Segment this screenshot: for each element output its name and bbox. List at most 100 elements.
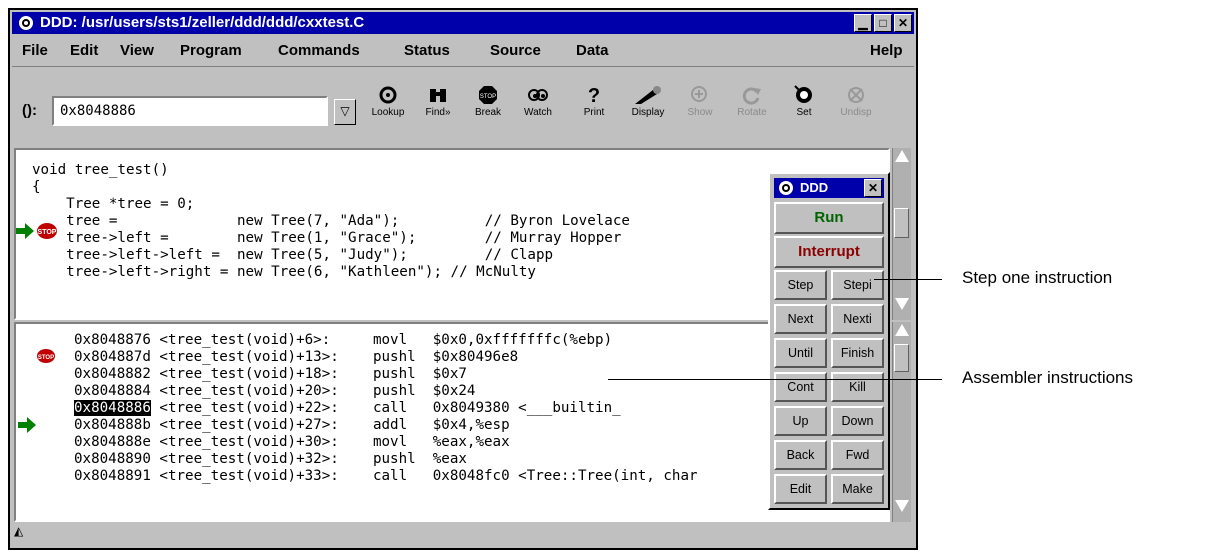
source-line: void tree_test() (32, 162, 169, 178)
asm-line: 0x8048876 <tree_test(void)+6>: movl $0x0… (74, 332, 613, 348)
argument-dropdown-button[interactable]: ▽ (334, 99, 356, 125)
scroll-up-icon[interactable] (895, 150, 909, 162)
undisp-label: Undisp (840, 107, 872, 118)
menu-program[interactable]: Program (180, 42, 242, 59)
display-label: Display (631, 107, 665, 118)
undisp-button[interactable]: Undisp (832, 84, 880, 118)
up-button[interactable]: Up (774, 406, 827, 436)
cont-button[interactable]: Cont (774, 372, 827, 402)
show-label: Show (687, 107, 713, 118)
machine-code: 0x8048876 <tree_test(void)+6>: movl $0x0… (74, 332, 698, 485)
watch-button[interactable]: Watch (514, 84, 562, 118)
machine-scrollbar[interactable] (892, 322, 911, 522)
menu-edit[interactable]: Edit (70, 42, 98, 59)
step-callout-line (874, 279, 942, 280)
source-line: { (32, 179, 41, 195)
command-tool-close-button[interactable]: ✕ (864, 179, 882, 197)
next-button[interactable]: Next (774, 304, 827, 334)
menu-status[interactable]: Status (404, 42, 450, 59)
menu-source[interactable]: Source (490, 42, 541, 59)
stepi-button[interactable]: Stepi (831, 270, 884, 300)
menu-data[interactable]: Data (576, 42, 609, 59)
rotate-label: Rotate (737, 107, 767, 118)
ddd-logo-icon (19, 16, 33, 30)
rotate-icon (742, 87, 761, 105)
show-button[interactable]: Show (676, 84, 724, 118)
fwd-button[interactable]: Fwd (831, 440, 884, 470)
menu-bar: File Edit View Program Commands Status S… (12, 36, 914, 67)
menu-view[interactable]: View (120, 42, 154, 59)
svg-text:STOP: STOP (480, 94, 496, 100)
break-button[interactable]: STOP Break (464, 84, 512, 118)
source-pane[interactable]: STOP void tree_test() { Tree *tree = 0; … (14, 148, 890, 320)
machine-code-pane[interactable]: STOP 0x8048876 <tree_test(void)+6>: movl… (14, 322, 890, 522)
display-button[interactable]: Display (624, 84, 672, 118)
binoculars-icon (430, 89, 446, 102)
lookup-icon (379, 86, 397, 104)
source-code: void tree_test() { Tree *tree = 0; tree … (32, 162, 630, 281)
interrupt-button[interactable]: Interrupt (774, 236, 884, 268)
ddd-window: DDD: /usr/users/sts1/zeller/ddd/ddd/cxxt… (8, 8, 918, 550)
scroll-up-icon[interactable] (895, 324, 909, 336)
menu-commands[interactable]: Commands (278, 42, 360, 59)
menu-file[interactable]: File (22, 42, 48, 59)
asm-annotation: Assembler instructions (962, 368, 1134, 387)
argument-input[interactable]: 0x8048886 (52, 96, 328, 126)
status-toggle-icon[interactable]: ◭ (14, 524, 23, 538)
command-tool-title: DDD (800, 180, 829, 195)
watch-eyes-icon (528, 89, 548, 101)
step-annotation: Step one instruction (962, 268, 1113, 287)
machine-scroll-thumb[interactable] (894, 344, 909, 372)
command-tool-titlebar[interactable]: DDD ✕ (774, 178, 884, 198)
scroll-down-icon[interactable] (895, 298, 909, 310)
source-line: tree->left->left = new Tree(5, "Judy"); … (32, 247, 554, 263)
edit-button[interactable]: Edit (774, 474, 827, 504)
print-label: Print (583, 107, 605, 118)
stop-sign-icon: STOP (479, 86, 497, 104)
asm-line: 0x8048882 <tree_test(void)+18>: pushl $0… (74, 366, 467, 382)
nexti-button[interactable]: Nexti (831, 304, 884, 334)
run-button[interactable]: Run (774, 202, 884, 234)
close-button[interactable]: ✕ (894, 14, 912, 32)
title-bar[interactable]: DDD: /usr/users/sts1/zeller/ddd/ddd/cxxt… (12, 12, 914, 34)
until-button[interactable]: Until (774, 338, 827, 368)
back-button[interactable]: Back (774, 440, 827, 470)
source-line: tree->left = new Tree(1, "Grace"); // Mu… (32, 230, 622, 246)
find-button[interactable]: Find» (414, 84, 462, 118)
current-address[interactable]: 0x8048886 (74, 400, 151, 416)
source-scroll-thumb[interactable] (894, 208, 909, 238)
status-line: ◭ (14, 524, 894, 544)
minimize-button[interactable]: ▁ (854, 14, 872, 32)
source-line: Tree *tree = 0; (32, 196, 195, 212)
asm-line: 0x804887d <tree_test(void)+13>: pushl $0… (74, 349, 519, 365)
scroll-down-icon[interactable] (895, 500, 909, 512)
rotate-button[interactable]: Rotate (728, 84, 776, 118)
menu-help[interactable]: Help (870, 42, 903, 59)
display-brush-icon (635, 86, 661, 104)
source-line: tree->left->right = new Tree(6, "Kathlee… (32, 264, 536, 280)
question-mark-icon: ? (588, 85, 600, 106)
ddd-logo-icon (779, 181, 793, 195)
finish-button[interactable]: Finish (831, 338, 884, 368)
step-button[interactable]: Step (774, 270, 827, 300)
window-title: DDD: /usr/users/sts1/zeller/ddd/ddd/cxxt… (40, 14, 365, 31)
watch-label: Watch (524, 107, 552, 118)
kill-button[interactable]: Kill (831, 372, 884, 402)
find-label: Find» (425, 107, 451, 118)
svg-text:STOP: STOP (38, 355, 54, 361)
down-button[interactable]: Down (831, 406, 884, 436)
print-button[interactable]: ? Print (570, 84, 618, 118)
set-value-icon (794, 85, 812, 103)
source-scrollbar[interactable] (892, 148, 911, 320)
argument-label: (): (22, 102, 37, 119)
asm-line: 0x804888b <tree_test(void)+27>: addl $0x… (74, 417, 510, 433)
break-label: Break (474, 107, 502, 118)
make-button[interactable]: Make (831, 474, 884, 504)
lookup-button[interactable]: Lookup (364, 84, 412, 118)
execution-arrow-icon (18, 417, 36, 433)
set-button[interactable]: Set (780, 84, 828, 118)
source-line: tree = new Tree(7, "Ada"); // Byron Love… (32, 213, 630, 229)
asm-line: 0x8048884 <tree_test(void)+20>: pushl $0… (74, 383, 476, 399)
maximize-button[interactable]: □ (874, 14, 892, 32)
set-label: Set (796, 107, 812, 118)
